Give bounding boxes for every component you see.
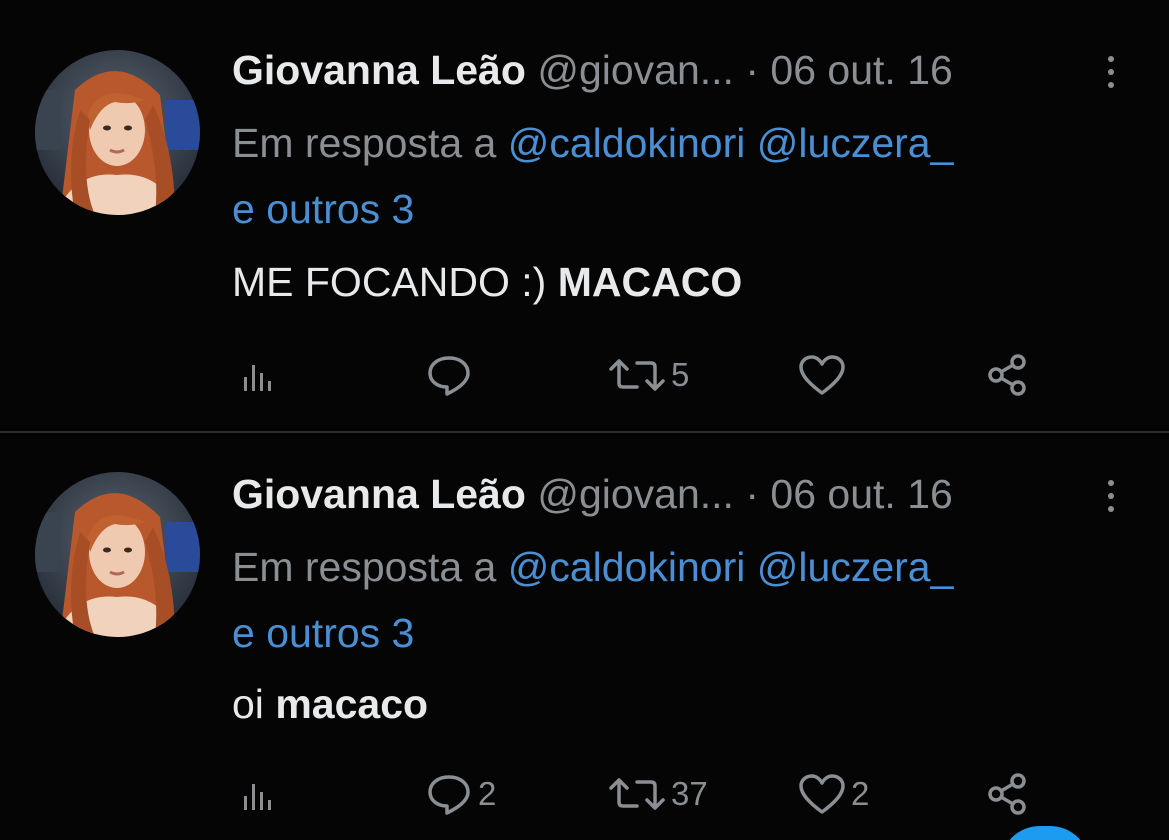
like-count: 2 (851, 775, 870, 812)
more-options-icon[interactable] (1099, 476, 1123, 516)
others-link[interactable]: e outros 3 (232, 186, 414, 232)
share-button[interactable] (985, 764, 1031, 824)
tweet-header: Giovanna Leão @giovan... · 06 out. 16 (232, 46, 953, 94)
avatar[interactable] (35, 50, 200, 215)
retweet-button[interactable]: 5 (607, 345, 689, 405)
others-link[interactable]: e outros 3 (232, 610, 414, 656)
action-bar: 2 37 2 (0, 764, 1169, 824)
heart-icon (797, 772, 847, 816)
tweet-header: Giovanna Leão @giovan... · 06 out. 16 (232, 470, 953, 518)
mention-link[interactable]: @luczera_ (757, 544, 954, 590)
tweet-divider (0, 431, 1169, 433)
reply-context: Em resposta a @caldokinori @luczera_ e o… (232, 110, 1132, 242)
share-icon (985, 771, 1031, 817)
retweet-icon (607, 774, 667, 814)
share-icon (985, 352, 1031, 398)
tweet-text: ME FOCANDO :) MACACO (232, 258, 742, 306)
display-name[interactable]: Giovanna Leão (232, 47, 526, 93)
tweet-text-normal: oi (232, 681, 264, 727)
display-name[interactable]: Giovanna Leão (232, 471, 526, 517)
reply-button[interactable]: 2 (424, 764, 496, 824)
mention-link[interactable]: @luczera_ (757, 120, 954, 166)
speech-bubble-icon (424, 771, 474, 817)
tweet-text-bold: MACACO (557, 259, 743, 305)
like-button[interactable] (797, 345, 851, 405)
action-bar: 5 (0, 345, 1169, 405)
tweet-text: oi macaco (232, 680, 428, 728)
share-button[interactable] (985, 345, 1031, 405)
tweet-date[interactable]: 06 out. 16 (770, 471, 952, 517)
retweet-count: 37 (671, 775, 708, 812)
user-handle[interactable]: @giovan... (537, 471, 734, 517)
mention-link[interactable]: @caldokinori (508, 120, 746, 166)
reply-button[interactable] (424, 345, 478, 405)
heart-icon (797, 353, 847, 397)
tweet-text-normal: ME FOCANDO :) (232, 259, 547, 305)
user-handle[interactable]: @giovan... (537, 47, 734, 93)
retweet-button[interactable]: 37 (607, 764, 708, 824)
reply-count: 2 (478, 775, 497, 812)
tweet-date[interactable]: 06 out. 16 (770, 47, 952, 93)
mention-link[interactable]: @caldokinori (508, 544, 746, 590)
tweet[interactable]: Giovanna Leão @giovan... · 06 out. 16 Em… (0, 434, 1169, 840)
reply-context: Em resposta a @caldokinori @luczera_ e o… (232, 534, 1132, 666)
reply-prefix: Em resposta a (232, 120, 497, 166)
views-button[interactable] (238, 345, 278, 405)
views-button[interactable] (238, 764, 278, 824)
timeline: Giovanna Leão @giovan... · 06 out. 16 Em… (0, 0, 1169, 840)
like-button[interactable]: 2 (797, 764, 869, 824)
avatar[interactable] (35, 472, 200, 637)
reply-prefix: Em resposta a (232, 544, 497, 590)
tweet-text-bold: macaco (275, 681, 429, 727)
bar-chart-icon (238, 355, 278, 395)
retweet-icon (607, 355, 667, 395)
tweet[interactable]: Giovanna Leão @giovan... · 06 out. 16 Em… (0, 0, 1169, 432)
speech-bubble-icon (424, 352, 474, 398)
bar-chart-icon (238, 774, 278, 814)
separator-dot: · (745, 471, 760, 517)
more-options-icon[interactable] (1099, 52, 1123, 92)
separator-dot: · (745, 47, 760, 93)
retweet-count: 5 (671, 356, 690, 393)
